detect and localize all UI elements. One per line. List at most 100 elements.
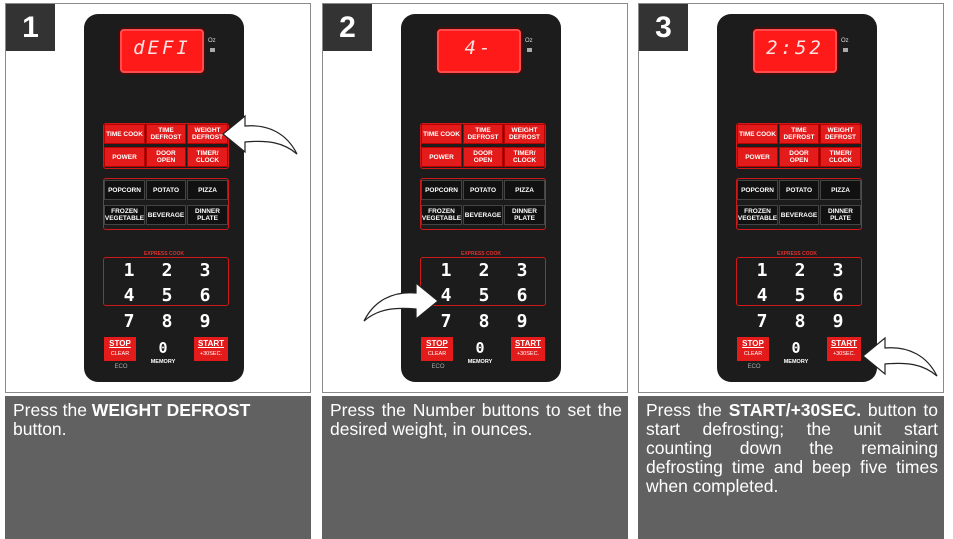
start-sub-label: +30SEC. bbox=[516, 351, 540, 357]
weight-defrost-key[interactable]: WEIGHT DEFROST bbox=[504, 124, 545, 144]
beverage-key[interactable]: BEVERAGE bbox=[463, 205, 503, 225]
start-key-label: START bbox=[830, 339, 858, 348]
door-open-key[interactable]: DOOR OPEN bbox=[146, 147, 186, 167]
oz-indicator-label: Oz bbox=[208, 38, 216, 44]
popcorn-key[interactable]: POPCORN bbox=[737, 180, 778, 200]
num-4-key[interactable]: 4 bbox=[747, 285, 777, 306]
display-readout: 2:52 bbox=[766, 37, 824, 59]
num-1-key[interactable]: 1 bbox=[431, 260, 461, 281]
num-8-key[interactable]: 8 bbox=[152, 311, 182, 332]
num-6-key[interactable]: 6 bbox=[190, 285, 220, 306]
num-2-key[interactable]: 2 bbox=[152, 260, 182, 281]
door-open-key[interactable]: DOOR OPEN bbox=[779, 147, 819, 167]
power-key[interactable]: POWER bbox=[421, 147, 462, 167]
num-1-key[interactable]: 1 bbox=[747, 260, 777, 281]
num-5-key[interactable]: 5 bbox=[152, 285, 182, 306]
start-key-label: START bbox=[514, 339, 542, 348]
step-illustration: 3 2:52 Oz TIME COOK TIME DEFROST WEIGHT DEFRO… bbox=[638, 3, 944, 393]
num-5-key[interactable]: 5 bbox=[469, 285, 499, 306]
power-key[interactable]: POWER bbox=[737, 147, 778, 167]
potato-key[interactable]: POTATO bbox=[779, 180, 819, 200]
num-8-key[interactable]: 8 bbox=[469, 311, 499, 332]
popcorn-key[interactable]: POPCORN bbox=[104, 180, 145, 200]
time-cook-key[interactable]: TIME COOK bbox=[104, 124, 145, 144]
num-7-key[interactable]: 7 bbox=[747, 311, 777, 332]
oz-indicator-icon bbox=[527, 48, 532, 52]
popcorn-key[interactable]: POPCORN bbox=[421, 180, 462, 200]
led-display: 4- bbox=[437, 29, 521, 73]
time-defrost-key[interactable]: TIME DEFROST bbox=[779, 124, 819, 144]
oz-indicator-label: Oz bbox=[841, 38, 849, 44]
pointer-arrow-icon bbox=[363, 281, 439, 322]
step-description: Press the START/+30SEC. button to start … bbox=[638, 396, 944, 539]
dinner-plate-key[interactable]: DINNER PLATE bbox=[504, 205, 545, 225]
dinner-plate-key[interactable]: DINNER PLATE bbox=[187, 205, 228, 225]
num-0-key[interactable]: 0 bbox=[152, 339, 174, 357]
eco-label: ECO bbox=[114, 364, 128, 370]
step-panel-3: 3 2:52 Oz TIME COOK TIME DEFROST WEIGHT DEFRO… bbox=[638, 3, 946, 539]
potato-key[interactable]: POTATO bbox=[463, 180, 503, 200]
num-9-key[interactable]: 9 bbox=[190, 311, 220, 332]
num-0-key[interactable]: 0 bbox=[785, 339, 807, 357]
num-5-key[interactable]: 5 bbox=[785, 285, 815, 306]
stop-clear-key[interactable]: STOP CLEAR bbox=[104, 337, 136, 361]
time-cook-key[interactable]: TIME COOK bbox=[421, 124, 462, 144]
start-key[interactable]: START +30SEC. bbox=[194, 337, 228, 361]
clear-key-label: CLEAR bbox=[743, 351, 763, 357]
frozen-vegetable-key[interactable]: FROZEN VEGETABLE bbox=[421, 205, 462, 225]
desc-text: Press the bbox=[13, 400, 92, 420]
pointer-arrow-icon bbox=[862, 336, 938, 377]
power-key[interactable]: POWER bbox=[104, 147, 145, 167]
num-9-key[interactable]: 9 bbox=[507, 311, 537, 332]
step-panel-2: 2 4- Oz TIME COOK TIME DEFROST WEIGHT DEFROST… bbox=[322, 3, 630, 539]
num-1-key[interactable]: 1 bbox=[114, 260, 144, 281]
display-readout: 4- bbox=[464, 37, 494, 59]
led-display: 2:52 bbox=[753, 29, 837, 73]
timer-clock-key[interactable]: TIMER/ CLOCK bbox=[504, 147, 545, 167]
num-6-key[interactable]: 6 bbox=[823, 285, 853, 306]
num-9-key[interactable]: 9 bbox=[823, 311, 853, 332]
pizza-key[interactable]: PIZZA bbox=[504, 180, 545, 200]
potato-key[interactable]: POTATO bbox=[146, 180, 186, 200]
desc-button-name: START/+30SEC. bbox=[728, 400, 862, 420]
door-open-key[interactable]: DOOR OPEN bbox=[463, 147, 503, 167]
start-sub-label: +30SEC. bbox=[832, 351, 856, 357]
stop-key-label: STOP bbox=[742, 339, 764, 348]
step-number-badge: 1 bbox=[6, 4, 55, 51]
time-defrost-key[interactable]: TIME DEFROST bbox=[146, 124, 186, 144]
frozen-vegetable-key[interactable]: FROZEN VEGETABLE bbox=[737, 205, 778, 225]
memory-label: MEMORY bbox=[150, 359, 176, 365]
time-defrost-key[interactable]: TIME DEFROST bbox=[463, 124, 503, 144]
dinner-plate-key[interactable]: DINNER PLATE bbox=[820, 205, 861, 225]
stop-clear-key[interactable]: STOP CLEAR bbox=[421, 337, 453, 361]
num-2-key[interactable]: 2 bbox=[469, 260, 499, 281]
memory-label: MEMORY bbox=[467, 359, 493, 365]
num-3-key[interactable]: 3 bbox=[823, 260, 853, 281]
num-2-key[interactable]: 2 bbox=[785, 260, 815, 281]
start-key[interactable]: START +30SEC. bbox=[511, 337, 545, 361]
time-cook-key[interactable]: TIME COOK bbox=[737, 124, 778, 144]
microwave-control-panel: 4- Oz TIME COOK TIME DEFROST WEIGHT DEFROST P… bbox=[401, 14, 561, 382]
timer-clock-key[interactable]: TIMER/ CLOCK bbox=[820, 147, 861, 167]
stop-key-label: STOP bbox=[109, 339, 131, 348]
stop-clear-key[interactable]: STOP CLEAR bbox=[737, 337, 769, 361]
oz-indicator-icon bbox=[843, 48, 848, 52]
num-6-key[interactable]: 6 bbox=[507, 285, 537, 306]
num-0-key[interactable]: 0 bbox=[469, 339, 491, 357]
clear-key-label: CLEAR bbox=[427, 351, 447, 357]
num-8-key[interactable]: 8 bbox=[785, 311, 815, 332]
frozen-vegetable-key[interactable]: FROZEN VEGETABLE bbox=[104, 205, 145, 225]
num-3-key[interactable]: 3 bbox=[507, 260, 537, 281]
oz-indicator-icon bbox=[210, 48, 215, 52]
beverage-key[interactable]: BEVERAGE bbox=[779, 205, 819, 225]
num-7-key[interactable]: 7 bbox=[114, 311, 144, 332]
num-3-key[interactable]: 3 bbox=[190, 260, 220, 281]
step-number-badge: 2 bbox=[323, 4, 372, 51]
num-4-key[interactable]: 4 bbox=[114, 285, 144, 306]
step-panel-1: 1 dEFI Oz TIME COOK TIME DEFROST WEIGHT DEFRO… bbox=[5, 3, 313, 539]
pizza-key[interactable]: PIZZA bbox=[820, 180, 861, 200]
pizza-key[interactable]: PIZZA bbox=[187, 180, 228, 200]
weight-defrost-key[interactable]: WEIGHT DEFROST bbox=[820, 124, 861, 144]
start-key[interactable]: START +30SEC. bbox=[827, 337, 861, 361]
beverage-key[interactable]: BEVERAGE bbox=[146, 205, 186, 225]
